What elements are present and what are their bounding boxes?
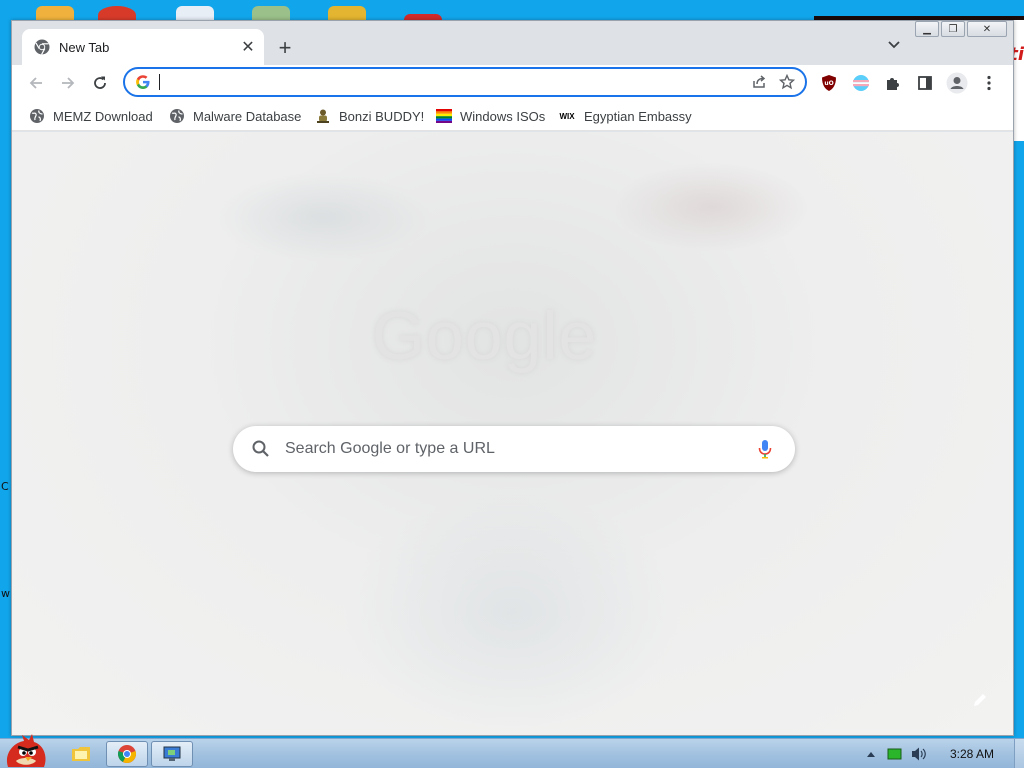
profile-avatar-icon[interactable] [943,69,971,97]
rainbow-flag-icon [436,108,452,124]
trans-flag-extension-icon[interactable] [847,69,875,97]
taskbar-clock[interactable]: 3:28 AM [950,747,994,761]
taskbar-app-button[interactable] [151,741,193,767]
ublock-origin-icon[interactable]: uO [815,69,843,97]
bookmark-memz-download[interactable]: MEMZ Download [29,105,153,127]
window-controls: ▁ ❐ ✕ [913,21,1007,37]
chrome-icon [118,745,136,763]
background-image-shade [612,162,812,252]
folder-icon [72,747,90,761]
reload-button[interactable] [86,69,114,97]
bookmark-bonzi-buddy[interactable]: Bonzi BUDDY! [315,105,424,127]
taskbar-chrome-button[interactable] [106,741,148,767]
bookmark-label: Windows ISOs [460,108,546,124]
bookmark-star-icon[interactable] [773,69,801,95]
customize-pencil-icon[interactable] [971,691,989,709]
show-desktop-button[interactable] [1014,739,1024,768]
background-image [212,172,432,262]
volume-icon[interactable] [908,744,930,764]
share-icon[interactable] [745,69,773,95]
network-icon[interactable] [884,744,906,764]
forward-arrow-icon [62,77,75,89]
forward-button[interactable] [54,69,82,97]
search-icon [251,439,271,459]
google-logo: Google [372,298,598,374]
tab-search-chevron-icon[interactable] [882,33,906,57]
menu-kebab-icon[interactable] [975,69,1003,97]
bookmark-label: Malware Database [193,108,302,124]
bonzi-icon [315,108,331,124]
taskbar: 3:28 AM [0,734,1024,768]
bookmark-label: Bonzi BUDDY! [339,108,425,124]
svg-text:uO: uO [824,80,833,87]
new-tab-button[interactable]: + [271,34,299,62]
search-placeholder: Search Google or type a URL [285,440,495,457]
bookmark-label: MEMZ Download [53,108,153,124]
globe-icon [169,108,185,124]
side-panel-icon[interactable] [911,69,939,97]
start-button-angry-bird-icon[interactable] [2,731,50,768]
chrome-icon [34,39,50,55]
show-hidden-icons-icon[interactable] [860,744,882,764]
bookmark-malware-database[interactable]: Malware Database [169,105,301,127]
address-input[interactable] [160,74,745,90]
bookmark-egyptian-embassy[interactable]: WIX Egyptian Embassy [558,105,692,127]
tab-new-tab[interactable]: New Tab ✕ [22,29,264,65]
extensions-puzzle-icon[interactable] [879,69,907,97]
globe-icon [29,108,45,124]
reload-icon [94,76,106,89]
taskbar-explorer-button[interactable] [60,741,102,767]
monitor-icon [163,746,181,761]
background-image-shade [342,492,682,732]
back-button[interactable] [22,69,50,97]
close-tab-icon[interactable]: ✕ [236,35,260,59]
minimize-button[interactable]: ▁ [915,21,939,37]
wix-icon: WIX [559,111,575,121]
back-arrow-icon [29,77,42,89]
toolbar: uO [12,65,1013,101]
desktop-edge-letter-1: C [1,480,9,493]
system-tray: 3:28 AM [858,739,1024,768]
bookmark-windows-isos[interactable]: Windows ISOs [436,105,545,127]
new-tab-page: Google Search Google or type a URL [12,132,1013,735]
bookmark-label: Egyptian Embassy [584,108,692,124]
tab-title: New Tab [59,39,110,55]
close-window-button[interactable]: ✕ [967,21,1007,37]
bookmarks-bar: MEMZ Download Malware Database Bonzi BUD… [12,101,1013,131]
tab-strip: New Tab ✕ + ▁ ❐ ✕ [12,21,1013,65]
address-bar[interactable] [123,67,807,97]
desktop-edge-letter-2: w [1,587,10,600]
google-g-icon [135,74,151,90]
maximize-button[interactable]: ❐ [941,21,965,37]
microphone-icon[interactable] [753,437,777,461]
browser-window: New Tab ✕ + ▁ ❐ ✕ uO MEMZ Download Malwa… [11,20,1014,736]
ntp-search-box[interactable]: Search Google or type a URL [233,426,795,472]
